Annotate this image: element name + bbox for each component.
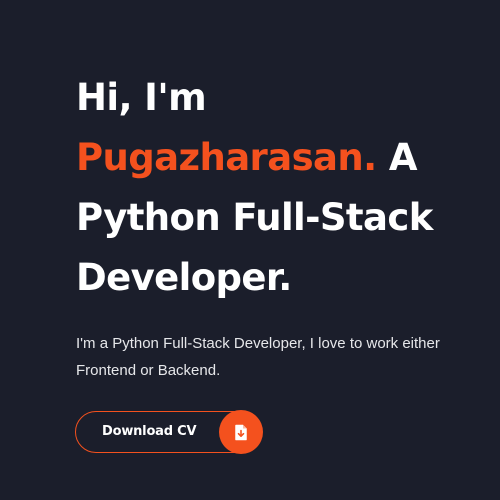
download-cv-button[interactable]: Download CV [75, 410, 263, 454]
page: Hi, I'm Pugazharasan. A Python Full-Stac… [0, 0, 500, 500]
hero-description: I'm a Python Full-Stack Developer, I lov… [76, 335, 440, 379]
developer-name: Pugazharasan. [76, 136, 377, 179]
hero-section: Hi, I'm Pugazharasan. A Python Full-Stac… [76, 68, 486, 384]
hero-headline: Hi, I'm Pugazharasan. A Python Full-Stac… [76, 68, 486, 308]
file-download-icon [219, 410, 263, 454]
role-line-2: Developer. [76, 248, 486, 308]
greeting-text: Hi, I'm [76, 76, 207, 119]
role-text-2: Developer. [76, 256, 292, 299]
article-text: A [376, 136, 418, 179]
name-line: Pugazharasan. A [76, 128, 486, 188]
greeting-line: Hi, I'm [76, 68, 486, 128]
role-line-1: Python Full-Stack [76, 188, 486, 248]
download-cv-label: Download CV [102, 424, 197, 439]
role-text-1: Python Full-Stack [76, 196, 433, 239]
